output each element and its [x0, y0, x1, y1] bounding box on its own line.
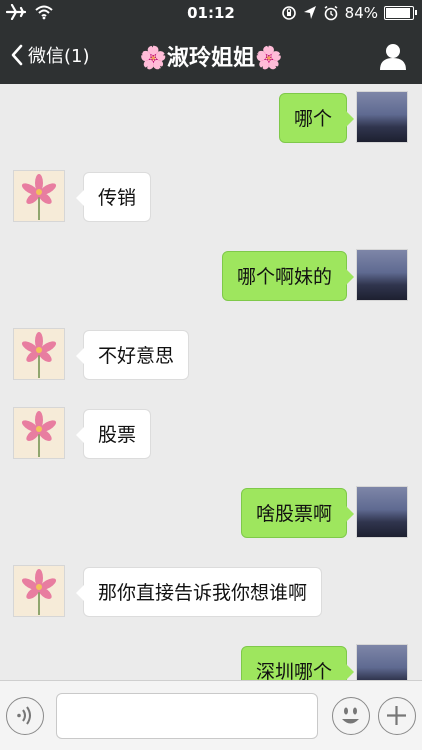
message-bubble[interactable]: 那你直接告诉我你想谁啊 — [75, 567, 323, 617]
battery-icon — [384, 6, 417, 20]
message-row: 那你直接告诉我你想谁啊 — [0, 565, 422, 621]
voice-button[interactable] — [6, 697, 44, 735]
add-button[interactable] — [378, 697, 416, 735]
message-input[interactable] — [56, 693, 318, 739]
status-bar: 01:12 84% — [0, 0, 422, 28]
message-row: 哪个 — [0, 91, 422, 147]
message-row: 股票 — [0, 407, 422, 463]
flower-icon — [21, 411, 57, 457]
alarm-icon — [324, 5, 338, 21]
avatar[interactable] — [13, 328, 65, 380]
message-row: 不好意思 — [0, 328, 422, 384]
voice-icon — [17, 706, 31, 725]
chat-area[interactable]: 哪个 传销 哪个啊妹的 不好意思 股票 啥股票啊 那你直接告诉我你想谁啊 深圳哪… — [0, 84, 422, 680]
avatar[interactable] — [356, 91, 408, 143]
avatar[interactable] — [356, 249, 408, 301]
avatar[interactable] — [13, 407, 65, 459]
rotation-lock-icon — [281, 6, 296, 20]
message-bubble[interactable]: 哪个啊妹的 — [221, 251, 355, 301]
message-bubble[interactable]: 啥股票啊 — [240, 488, 355, 538]
plus-icon — [387, 706, 406, 725]
message-bubble[interactable]: 股票 — [75, 409, 152, 459]
battery-percent: 84% — [344, 4, 378, 22]
nav-bar: 微信(1) 🌸淑玲姐姐🌸 — [0, 28, 422, 84]
location-icon — [303, 6, 316, 19]
avatar[interactable] — [13, 565, 65, 617]
message-bubble[interactable]: 哪个 — [278, 93, 355, 143]
message-bubble[interactable]: 传销 — [75, 172, 152, 222]
message-row: 哪个啊妹的 — [0, 249, 422, 305]
message-row: 深圳哪个 — [0, 644, 422, 680]
message-row: 啥股票啊 — [0, 486, 422, 542]
input-bar — [0, 680, 422, 750]
chat-title: 🌸淑玲姐姐🌸 — [139, 46, 283, 71]
emoji-button[interactable] — [332, 697, 370, 735]
flower-icon — [21, 174, 57, 220]
message-bubble[interactable]: 深圳哪个 — [240, 646, 355, 680]
flower-icon — [21, 332, 57, 378]
person-icon[interactable] — [378, 41, 408, 71]
avatar[interactable] — [356, 644, 408, 680]
message-bubble[interactable]: 不好意思 — [75, 330, 190, 380]
smiley-icon — [342, 707, 359, 724]
message-row: 传销 — [0, 170, 422, 226]
avatar[interactable] — [356, 486, 408, 538]
avatar[interactable] — [13, 170, 65, 222]
flower-icon — [21, 569, 57, 615]
